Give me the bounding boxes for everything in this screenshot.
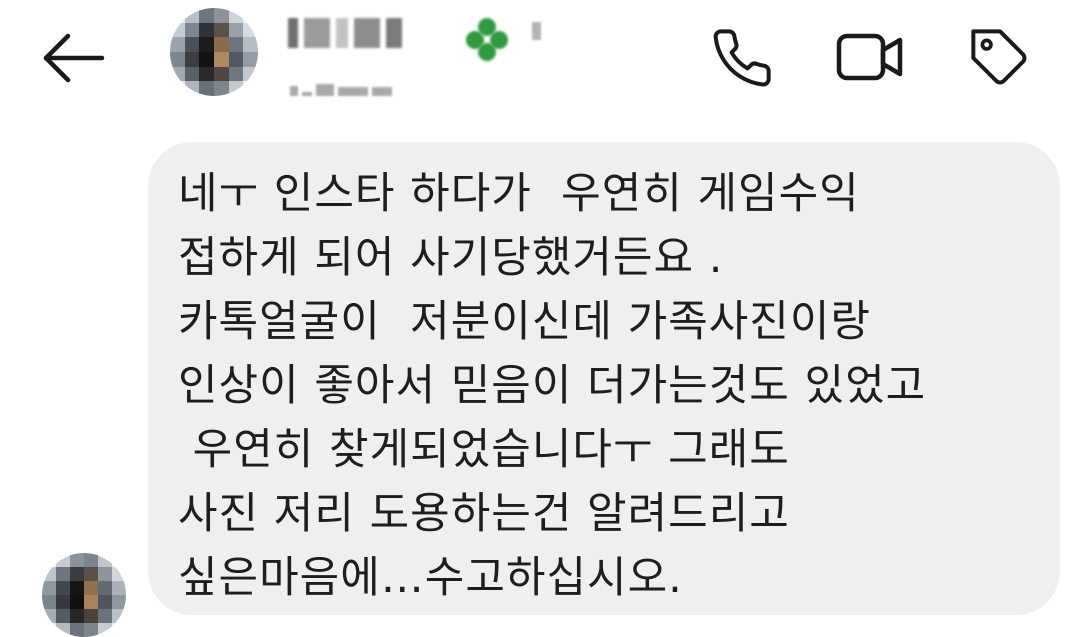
voice-call-button[interactable] [702, 18, 782, 98]
message-line: 접하게 되어 사기당했거든요 . [178, 233, 724, 283]
tag-icon [971, 29, 1027, 85]
message-line: 카톡얼굴이 저분이신데 가족사진이랑 [178, 297, 871, 347]
back-button[interactable] [38, 28, 108, 88]
message-line: 네ㅜ 인스타 하다가 우연히 게임수익 [178, 169, 860, 219]
sender-avatar[interactable] [42, 553, 126, 637]
video-camera-icon [836, 33, 903, 81]
tag-button[interactable] [960, 18, 1040, 98]
arrow-left-icon [43, 33, 105, 83]
message-line: 사진 저리 도용하는건 알려드리고 [178, 489, 790, 539]
contact-name[interactable] [288, 14, 418, 52]
message-line: 인상이 좋아서 믿음이 더가는것도 있었고 [178, 361, 927, 411]
video-call-button[interactable] [830, 18, 910, 98]
message-row: 네ㅜ 인스타 하다가 우연히 게임수익 접하게 되어 사기당했거든요 . 카톡얼… [0, 125, 1080, 637]
chat-header [0, 0, 1080, 125]
message-line: 우연히 찾게되었습니다ㅜ 그래도 [178, 425, 790, 475]
contact-username [290, 80, 410, 96]
clover-emoji-icon [466, 18, 510, 62]
phone-icon [713, 29, 771, 87]
message-bubble[interactable]: 네ㅜ 인스타 하다가 우연히 게임수익 접하게 되어 사기당했거든요 . 카톡얼… [148, 142, 1060, 615]
message-line: 싶은마음에…수고하십시오. [178, 553, 683, 603]
status-mark [532, 22, 541, 40]
contact-avatar[interactable] [170, 8, 258, 96]
message-text: 네ㅜ 인스타 하다가 우연히 게임수익 접하게 되어 사기당했거든요 . 카톡얼… [178, 162, 926, 610]
